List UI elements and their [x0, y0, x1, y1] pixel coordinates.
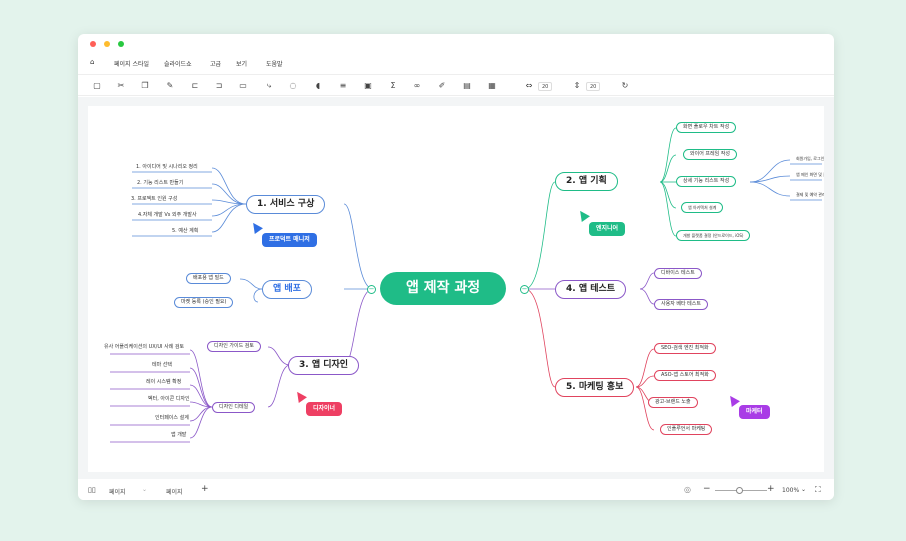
- menu-item-page-style[interactable]: 페이지 스타일: [114, 59, 149, 68]
- service-item[interactable]: 3. 프로젝트 인원 구성: [131, 196, 177, 203]
- collapse-right-icon[interactable]: −: [520, 285, 529, 294]
- horizontal-spacing-icon[interactable]: ⇔: [524, 81, 534, 91]
- link-icon[interactable]: ∞: [412, 81, 422, 91]
- comment-icon[interactable]: ▤: [462, 81, 472, 91]
- design-sub-item[interactable]: 인터페이스 설계: [155, 415, 189, 422]
- play-icon[interactable]: ◎: [684, 485, 691, 494]
- zoom-level[interactable]: 100%: [782, 487, 799, 494]
- planning-item[interactable]: 와이어 프레임 작성: [683, 149, 737, 160]
- format-painter-icon[interactable]: ✎: [165, 81, 175, 91]
- callout-icon[interactable]: ◌: [288, 81, 298, 91]
- relationship-icon[interactable]: ⤷: [264, 81, 274, 91]
- design-item[interactable]: 디자인 디테일: [212, 402, 256, 413]
- cut-icon[interactable]: ✂: [116, 81, 126, 91]
- zoom-in-button[interactable]: +: [767, 484, 775, 494]
- tag-engineer: 엔지니어: [589, 222, 626, 236]
- add-page-button[interactable]: +: [201, 484, 209, 494]
- deploy-item[interactable]: 배포용 앱 빌드: [186, 273, 231, 284]
- menu-bar: ⌂ 페이지 스타일 슬라이드쇼 고급 보기 도움말: [78, 54, 834, 72]
- chevron-down-icon[interactable]: ⌄: [142, 486, 147, 493]
- vertical-spacing-input[interactable]: 20: [586, 82, 601, 91]
- page-label: 페이지: [109, 489, 126, 496]
- toolbar: ▢ ✂ ❐ ✎ ⊏ ⊐ ▭ ⤷ ◌ ◖ ≡ ▣ Σ ∞ ✐ ▤ ▦ ⇔ 20 ⇕…: [78, 74, 834, 96]
- image-icon[interactable]: ▣: [363, 81, 373, 91]
- note-icon[interactable]: ▦: [487, 81, 497, 91]
- refresh-icon[interactable]: ↻: [620, 81, 630, 91]
- collapse-left-icon[interactable]: −: [367, 285, 376, 294]
- root-topic[interactable]: 앱 제작 과정: [380, 272, 507, 305]
- paste-icon[interactable]: ▢: [92, 81, 102, 91]
- zoom-slider-handle[interactable]: [736, 487, 743, 494]
- vertical-spacing-icon[interactable]: ⇕: [572, 81, 582, 91]
- design-sub-item[interactable]: 앱 개발: [171, 432, 186, 439]
- topic-icon[interactable]: ⊏: [190, 81, 200, 91]
- branch-design[interactable]: 3. 앱 디자인: [288, 356, 360, 375]
- menu-item-slideshow[interactable]: 슬라이드쇼: [164, 59, 192, 68]
- copy-icon[interactable]: ❐: [140, 81, 150, 91]
- zoom-slider[interactable]: [715, 487, 767, 494]
- close-window-button[interactable]: [90, 41, 96, 47]
- service-item[interactable]: 2. 기능 리스트 만들기: [137, 180, 183, 187]
- formula-icon[interactable]: Σ: [388, 81, 398, 91]
- page-panel-icon[interactable]: ▯▯: [88, 486, 96, 494]
- planning-item[interactable]: 개발 플랫폼 결정 (안드로이드, iOS): [676, 230, 751, 241]
- marketing-item[interactable]: 인플루언서 마케팅: [660, 424, 713, 435]
- app-window: ⌂ 페이지 스타일 슬라이드쇼 고급 보기 도움말 ▢ ✂ ❐ ✎ ⊏ ⊐ ▭ …: [78, 34, 834, 500]
- marketing-item[interactable]: 광고-브랜드 노출: [648, 397, 698, 408]
- planning-sub-item[interactable]: 결제 및 예약 관리 ...: [796, 191, 824, 198]
- deploy-item[interactable]: 마켓 등록 (승인 필요): [174, 297, 234, 308]
- summary-icon[interactable]: ≡: [338, 81, 348, 91]
- service-item[interactable]: 1. 아이디어 및 시나리오 정리: [136, 164, 198, 171]
- menu-item-advanced[interactable]: 고급: [210, 59, 221, 68]
- test-item[interactable]: 디바이스 테스트: [654, 268, 702, 279]
- status-bar: ▯▯ 페이지 ⌄ 페이지 + ◎ − + 100% ⌄ ⛶: [78, 481, 834, 500]
- planning-item[interactable]: 화면 플로우 차트 작성: [676, 122, 737, 133]
- test-item[interactable]: 사용자 베타 테스트: [654, 299, 708, 310]
- maximize-window-button[interactable]: [118, 41, 124, 47]
- marketing-item[interactable]: SEO-검색 엔진 최적화: [654, 343, 716, 354]
- tag-designer: 디자이너: [306, 402, 343, 416]
- branch-test[interactable]: 4. 앱 테스트: [555, 280, 627, 299]
- branch-marketing[interactable]: 5. 마케팅 홍보: [555, 378, 635, 397]
- planning-sub-item[interactable]: 앱 메인 화면 및 콘텐츠 구성 ...: [796, 171, 824, 178]
- planning-item[interactable]: 앱 아키텍처 설계: [681, 202, 724, 213]
- service-item[interactable]: 5. 예산 계획: [172, 228, 198, 235]
- design-sub-item[interactable]: 레이 시스템 확정: [146, 379, 181, 386]
- home-icon[interactable]: ⌂: [90, 58, 94, 66]
- pen-icon[interactable]: ✐: [437, 81, 447, 91]
- zoom-out-button[interactable]: −: [703, 484, 711, 494]
- chevron-down-icon[interactable]: ⌄: [801, 486, 806, 493]
- menu-item-help[interactable]: 도움말: [266, 59, 283, 68]
- horizontal-spacing-input[interactable]: 20: [538, 82, 553, 91]
- menu-item-view[interactable]: 보기: [236, 59, 247, 68]
- fullscreen-icon[interactable]: ⛶: [815, 485, 821, 495]
- design-sub-item[interactable]: 유사 어플리케이션의 UX/UI 사례 검토: [104, 344, 184, 351]
- page-tab[interactable]: 페이지: [166, 487, 183, 496]
- subtopic-icon[interactable]: ⊐: [214, 81, 224, 91]
- design-sub-item[interactable]: 벡터, 아이콘 디자인: [148, 396, 190, 403]
- tag-product-manager: 프로덕트 매니저: [262, 233, 317, 247]
- planning-sub-item[interactable]: 회원가입, 로그인, 프로필 ...: [796, 155, 824, 162]
- marketing-item[interactable]: ASO-앱 스토어 최적화: [654, 370, 716, 381]
- boundary-icon[interactable]: ◖: [313, 81, 323, 91]
- design-item[interactable]: 디자인 가이드 검토: [207, 341, 261, 352]
- branch-deploy[interactable]: 앱 배포: [262, 280, 312, 299]
- minimize-window-button[interactable]: [104, 41, 110, 47]
- planning-item[interactable]: 상세 기능 리스트 작성: [676, 176, 737, 187]
- title-bar: [78, 34, 834, 52]
- floating-topic-icon[interactable]: ▭: [238, 81, 248, 91]
- branch-planning[interactable]: 2. 앱 기획: [555, 172, 618, 191]
- service-item[interactable]: 4.자체 개발 Vs 외주 개발사: [138, 212, 197, 219]
- tag-marketer: 마케터: [739, 405, 770, 419]
- design-sub-item[interactable]: 테마 선택: [152, 362, 172, 369]
- branch-service[interactable]: 1. 서비스 구상: [246, 195, 326, 214]
